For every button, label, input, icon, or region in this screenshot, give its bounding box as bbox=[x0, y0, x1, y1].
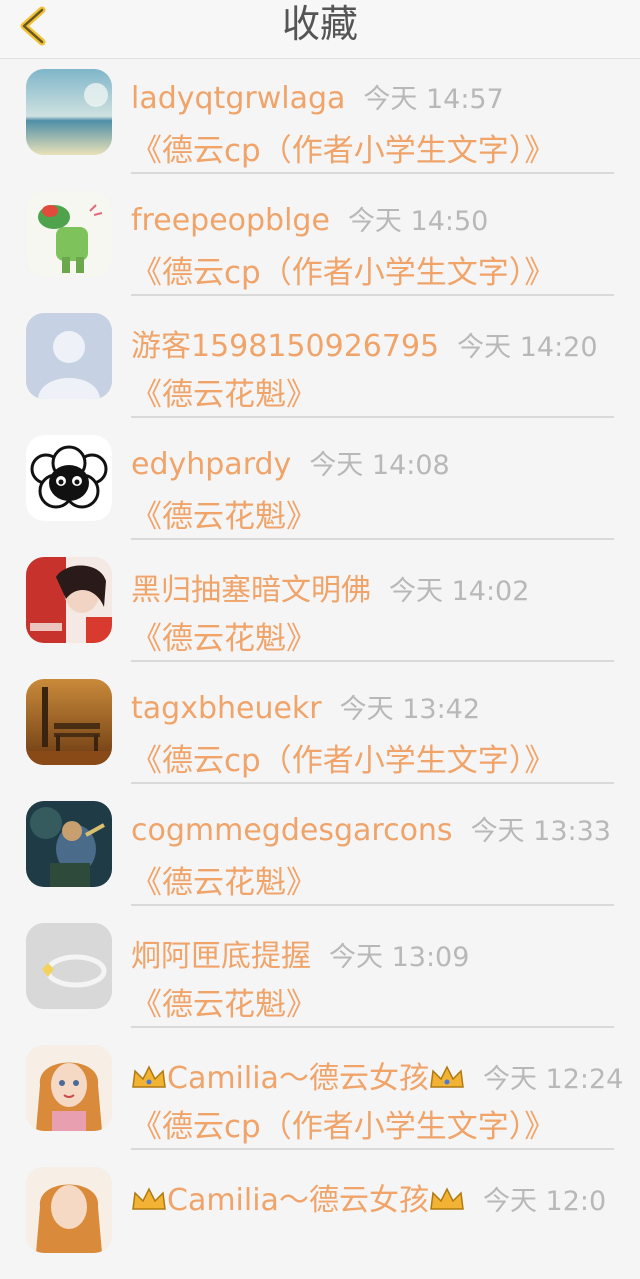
timestamp: 今天 13:42 bbox=[339, 694, 481, 725]
default-avatar-icon[interactable] bbox=[26, 313, 112, 399]
list-item[interactable]: 黑归抽塞暗文明佛 今天 14:02 《德云花魁》 bbox=[0, 547, 640, 669]
list-item[interactable]: freepeopblge 今天 14:50 《德云cp（作者小学生文字）》 bbox=[0, 181, 640, 303]
timestamp: 今天 14:57 bbox=[363, 84, 504, 115]
divider bbox=[131, 904, 614, 906]
user-name: 炯阿匣底提握 bbox=[131, 939, 311, 974]
avatar[interactable] bbox=[26, 435, 112, 521]
crown-icon bbox=[131, 1064, 167, 1090]
article-title: 《德云花魁》 bbox=[131, 987, 317, 1023]
article-title: 《德云花魁》 bbox=[131, 621, 317, 657]
divider bbox=[131, 416, 614, 418]
article-title: 《德云花魁》 bbox=[131, 499, 317, 535]
list-item[interactable]: Camilia～德云女孩 今天 12:24 《德云cp（作者小学生文字）》 bbox=[0, 1035, 640, 1157]
avatar[interactable] bbox=[26, 69, 112, 155]
divider bbox=[131, 538, 614, 540]
timestamp: 今天 13:33 bbox=[470, 816, 611, 847]
timestamp: 今天 14:20 bbox=[457, 332, 598, 363]
top-bar: 收藏 bbox=[0, 0, 640, 59]
user-name: 黑归抽塞暗文明佛 bbox=[131, 573, 371, 608]
article-title: 《德云花魁》 bbox=[131, 377, 317, 413]
avatar[interactable] bbox=[26, 923, 112, 1009]
crown-icon bbox=[429, 1186, 465, 1212]
divider bbox=[131, 660, 614, 662]
list-item[interactable]: ladyqtgrwlaga 今天 14:57 《德云cp（作者小学生文字）》 bbox=[0, 59, 640, 181]
user-name: Camilia～德云女孩 bbox=[167, 1183, 429, 1218]
timestamp: 今天 14:02 bbox=[389, 576, 530, 607]
list-item[interactable]: 炯阿匣底提握 今天 13:09 《德云花魁》 bbox=[0, 913, 640, 1035]
user-name: freepeopblge bbox=[131, 203, 330, 238]
crown-icon bbox=[429, 1064, 465, 1090]
timestamp: 今天 14:08 bbox=[309, 450, 450, 481]
user-name: cogmmegdesgarcons bbox=[131, 813, 453, 848]
user-name: 游客1598150926795 bbox=[131, 329, 440, 364]
timestamp: 今天 12:24 bbox=[482, 1064, 624, 1095]
divider bbox=[131, 782, 614, 784]
divider bbox=[131, 1026, 614, 1028]
crown-icon bbox=[131, 1186, 167, 1212]
avatar[interactable] bbox=[26, 1045, 112, 1131]
divider bbox=[131, 172, 614, 174]
list-item[interactable]: 游客1598150926795 今天 14:20 《德云花魁》 bbox=[0, 303, 640, 425]
avatar[interactable] bbox=[26, 801, 112, 887]
article-title: 《德云花魁》 bbox=[131, 865, 317, 901]
page-title: 收藏 bbox=[281, 2, 358, 46]
avatar[interactable] bbox=[26, 679, 112, 765]
article-title: 《德云cp（作者小学生文字）》 bbox=[131, 1109, 556, 1145]
user-name: ladyqtgrwlaga bbox=[131, 81, 346, 116]
article-title: 《德云cp（作者小学生文字）》 bbox=[131, 133, 556, 169]
user-name: edyhpardy bbox=[131, 447, 292, 482]
avatar[interactable] bbox=[26, 557, 112, 643]
divider bbox=[131, 294, 614, 296]
avatar[interactable] bbox=[26, 1167, 112, 1253]
favorites-list: ladyqtgrwlaga 今天 14:57 《德云cp（作者小学生文字）》 fr… bbox=[0, 59, 640, 1279]
timestamp: 今天 14:50 bbox=[347, 206, 489, 237]
avatar[interactable] bbox=[26, 191, 112, 277]
article-title: 《德云cp（作者小学生文字）》 bbox=[131, 743, 556, 779]
list-item[interactable]: tagxbheuekr 今天 13:42 《德云cp（作者小学生文字）》 bbox=[0, 669, 640, 791]
user-name: tagxbheuekr bbox=[131, 691, 322, 726]
timestamp: 今天 12:0 bbox=[482, 1186, 607, 1217]
user-name: Camilia～德云女孩 bbox=[167, 1061, 429, 1096]
timestamp: 今天 13:09 bbox=[329, 942, 470, 973]
divider bbox=[131, 1148, 614, 1150]
list-item[interactable]: edyhpardy 今天 14:08 《德云花魁》 bbox=[0, 425, 640, 547]
article-title: 《德云cp（作者小学生文字）》 bbox=[131, 255, 556, 291]
list-item[interactable]: cogmmegdesgarcons 今天 13:33 《德云花魁》 bbox=[0, 791, 640, 913]
list-item[interactable]: Camilia～德云女孩 今天 12:0 bbox=[0, 1157, 640, 1279]
